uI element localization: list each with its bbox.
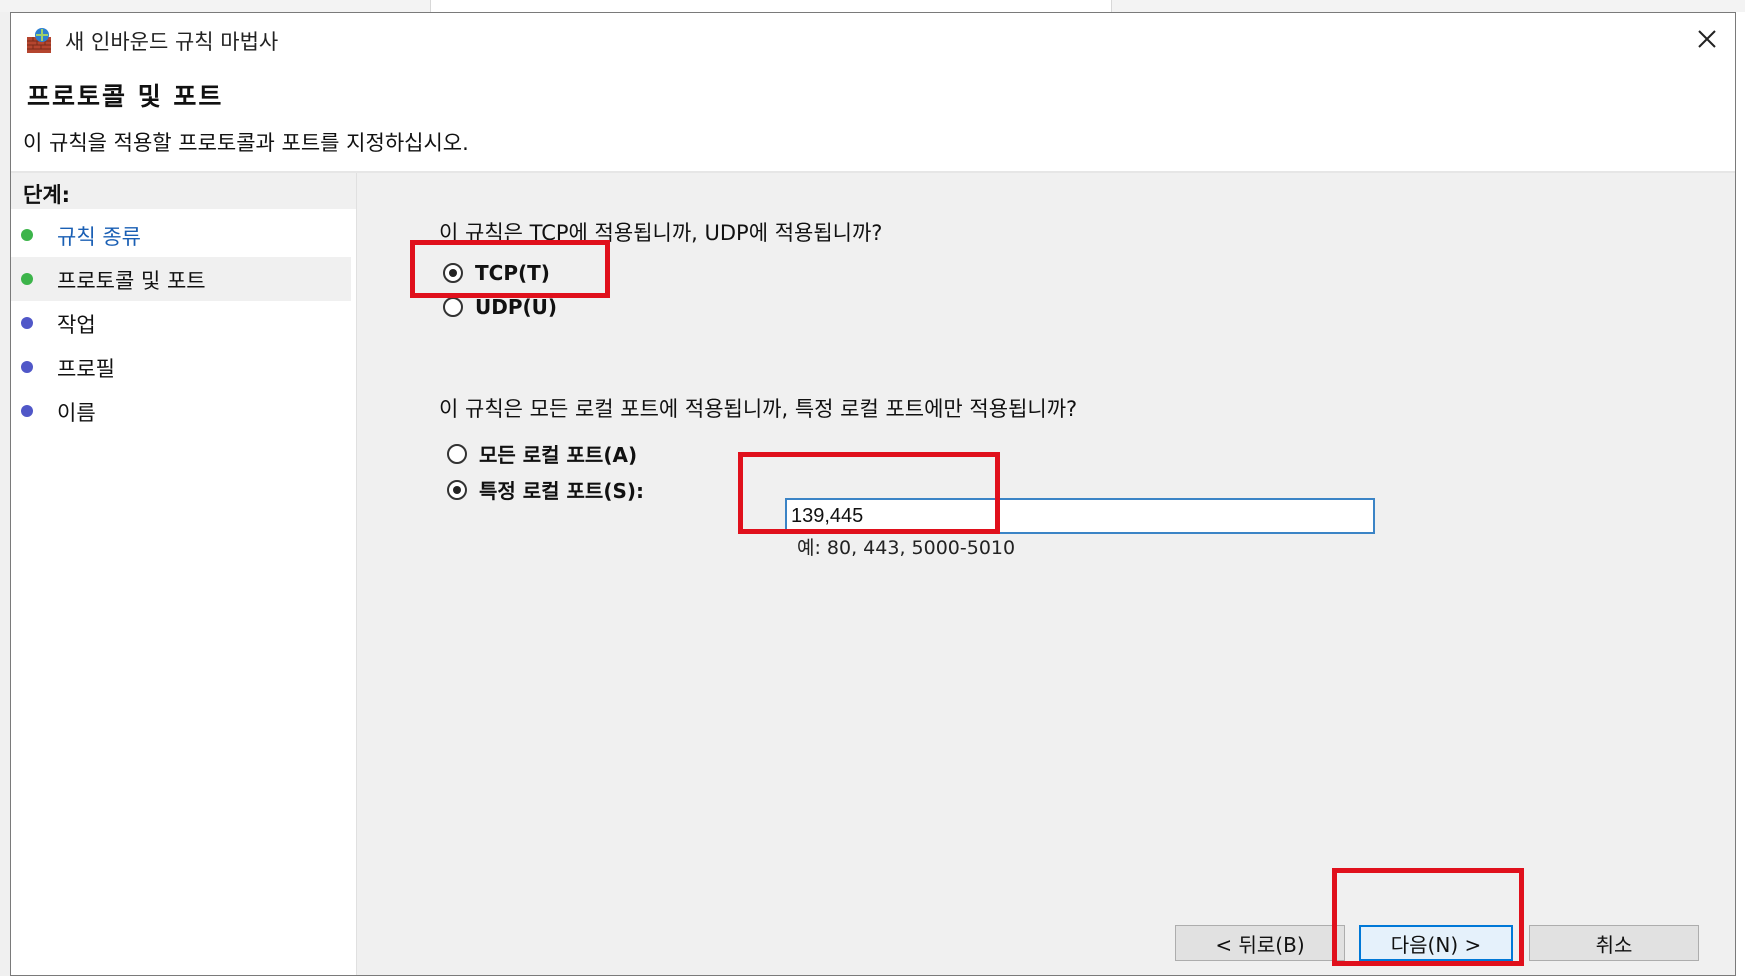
step-label: 작업	[57, 313, 96, 337]
step-status-dot	[21, 229, 33, 241]
background-window-strip	[0, 0, 1745, 12]
page-description: 이 규칙을 적용할 프로토콜과 포트를 지정하십시오.	[23, 131, 469, 155]
step-label: 프로필	[57, 357, 115, 381]
all-local-ports-radio[interactable]: 모든 로컬 포트(A)	[447, 439, 637, 468]
step-action: 작업	[11, 301, 351, 345]
wizard-header: 프로토콜 및 포트 이 규칙을 적용할 프로토콜과 포트를 지정하십시오.	[11, 65, 1735, 173]
back-button[interactable]: < 뒤로(B)	[1175, 925, 1345, 961]
radio-label: 모든 로컬 포트(A)	[479, 443, 638, 467]
radio-label: 특정 로컬 포트(S):	[479, 479, 645, 503]
specific-local-ports-radio[interactable]: 특정 로컬 포트(S):	[447, 475, 644, 504]
step-name: 이름	[11, 389, 351, 433]
radio-label: TCP(T)	[475, 261, 550, 285]
title-bar: 새 인바운드 규칙 마법사	[11, 13, 1735, 65]
steps-panel: 단계: 규칙 종류 프로토콜 및 포트 작업 프로필 이름	[11, 173, 357, 975]
step-protocol-ports: 프로토콜 및 포트	[11, 257, 351, 301]
radio-indicator	[443, 297, 463, 317]
wizard-dialog: 새 인바운드 규칙 마법사 프로토콜 및 포트 이 규칙을 적용할 프로토콜과 …	[10, 12, 1736, 976]
radio-indicator	[443, 263, 463, 283]
window-title: 새 인바운드 규칙 마법사	[65, 30, 279, 54]
ports-question: 이 규칙은 모든 로컬 포트에 적용됩니까, 특정 로컬 포트에만 적용됩니까?	[439, 397, 1078, 421]
step-label: 이름	[57, 401, 96, 425]
udp-radio[interactable]: UDP(U)	[443, 295, 557, 319]
radio-label: UDP(U)	[475, 295, 558, 319]
ports-example-hint: 예: 80, 443, 5000-5010	[797, 537, 1016, 559]
step-status-dot	[21, 405, 33, 417]
step-status-dot	[21, 361, 33, 373]
close-button[interactable]	[1679, 13, 1735, 65]
page-title: 프로토콜 및 포트	[27, 82, 224, 111]
wizard-content: 이 규칙은 TCP에 적용됩니까, UDP에 적용됩니까? TCP(T) UDP…	[357, 173, 1735, 975]
background-desktop	[0, 12, 10, 976]
step-label: 규칙 종류	[57, 225, 141, 249]
protocol-question: 이 규칙은 TCP에 적용됩니까, UDP에 적용됩니까?	[439, 221, 883, 245]
steps-heading-label: 단계:	[23, 183, 71, 207]
step-label: 프로토콜 및 포트	[57, 269, 206, 293]
radio-indicator	[447, 443, 467, 464]
specific-ports-input[interactable]	[785, 498, 1375, 534]
tcp-radio[interactable]: TCP(T)	[443, 261, 550, 285]
close-icon	[1698, 30, 1716, 48]
step-status-dot	[21, 317, 33, 329]
step-rule-type[interactable]: 규칙 종류	[11, 213, 351, 257]
steps-heading: 단계:	[11, 173, 356, 209]
next-button[interactable]: 다음(N) >	[1359, 925, 1513, 961]
background-window	[430, 0, 1112, 12]
cancel-button[interactable]: 취소	[1529, 925, 1699, 961]
firewall-icon	[27, 28, 51, 53]
step-profile: 프로필	[11, 345, 351, 389]
screen: 새 인바운드 규칙 마법사 프로토콜 및 포트 이 규칙을 적용할 프로토콜과 …	[0, 0, 1745, 976]
step-status-dot	[21, 273, 33, 285]
radio-indicator	[447, 479, 467, 500]
